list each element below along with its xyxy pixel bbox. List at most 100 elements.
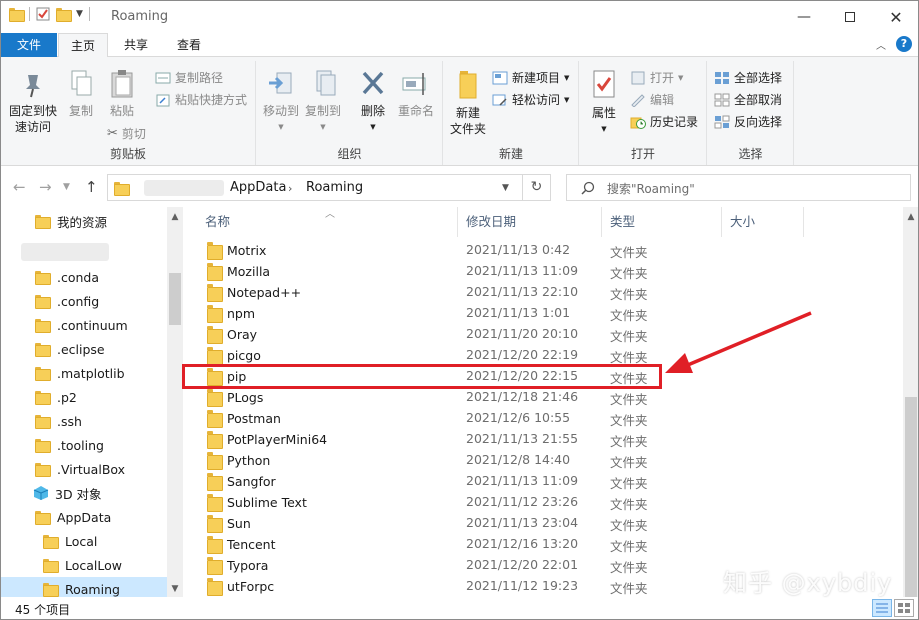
table-row[interactable]: Mozilla 2021/11/13 11:09 文件夹 [189, 260, 903, 281]
pin-quick-access-button[interactable]: 固定到快 速访问 [5, 69, 61, 135]
tab-view[interactable]: 查看 [163, 33, 215, 57]
breadcrumb-roaming[interactable]: Roaming [306, 180, 363, 195]
tab-share[interactable]: 共享 [111, 33, 161, 57]
file-name-cell[interactable]: Notepad++ [207, 284, 301, 302]
file-scrollbar[interactable]: ▲ [903, 207, 918, 597]
select-none-button[interactable]: 全部取消 [714, 91, 782, 108]
nav-item-roaming[interactable]: Roaming [1, 577, 167, 597]
file-name-cell[interactable]: Motrix [207, 242, 266, 260]
delete-button[interactable]: 删除 ▼ [355, 69, 391, 135]
table-row[interactable]: Sun 2021/11/13 23:04 文件夹 [189, 512, 903, 533]
back-arrow-icon[interactable]: ← [13, 178, 26, 196]
scroll-up-icon[interactable]: ▲ [167, 209, 183, 225]
nav-item-3d-objects[interactable]: 3D 对象 [1, 481, 167, 505]
table-row[interactable]: Tencent 2021/12/16 13:20 文件夹 [189, 533, 903, 554]
file-name-cell[interactable]: Sublime Text [207, 494, 307, 512]
nav-item-conda[interactable]: .conda [1, 265, 167, 289]
nav-scroll-thumb[interactable] [169, 273, 181, 325]
select-all-button[interactable]: 全部选择 [714, 69, 782, 86]
file-name-cell[interactable]: Sangfor [207, 473, 276, 491]
nav-item-virtualbox[interactable]: .VirtualBox [1, 457, 167, 481]
properties-button[interactable]: 属性 ▼ [584, 69, 624, 137]
maximize-button[interactable] [827, 1, 873, 33]
open-button[interactable]: 打开 ▼ [630, 69, 683, 86]
file-name-cell[interactable]: picgo [207, 347, 261, 365]
copy-path-button[interactable]: 复制路径 [155, 69, 223, 86]
nav-item-continuum[interactable]: .continuum [1, 313, 167, 337]
nav-item-config[interactable]: .config [1, 289, 167, 313]
properties-check-icon[interactable] [36, 7, 50, 21]
large-icons-view-button[interactable] [894, 599, 914, 617]
collapse-ribbon-icon[interactable]: ︿ [876, 37, 886, 52]
file-name-cell[interactable]: Oray [207, 326, 257, 344]
file-name-cell[interactable]: utForpc [207, 578, 274, 596]
nav-item-ssh[interactable]: .ssh [1, 409, 167, 433]
breadcrumb-separator-icon[interactable]: › [288, 182, 292, 195]
new-item-button[interactable]: 新建项目 ▼ [492, 69, 569, 86]
table-row[interactable]: Postman 2021/12/6 10:55 文件夹 [189, 407, 903, 428]
edit-button[interactable]: 编辑 [630, 91, 674, 108]
nav-scrollbar[interactable]: ▲ ▼ [167, 207, 183, 597]
file-name-cell[interactable]: Python [207, 452, 270, 470]
breadcrumb-appdata[interactable]: AppData [230, 180, 286, 195]
file-date: 2021/11/12 23:26 [466, 494, 579, 509]
move-to-button[interactable]: 移动到 ▼ [261, 69, 301, 135]
new-folder-button[interactable]: 新建 文件夹 [448, 69, 488, 137]
forward-arrow-icon[interactable]: → [39, 178, 52, 196]
column-header-name[interactable]: 名称 [197, 207, 458, 237]
nav-item-eclipse[interactable]: .eclipse [1, 337, 167, 361]
table-row[interactable]: Python 2021/12/8 14:40 文件夹 [189, 449, 903, 470]
paste-shortcut-button[interactable]: 粘贴快捷方式 [155, 91, 247, 108]
table-row[interactable]: Sangfor 2021/11/13 11:09 文件夹 [189, 470, 903, 491]
file-name-cell[interactable]: Sun [207, 515, 251, 533]
copy-to-button[interactable]: 复制到 ▼ [303, 69, 343, 135]
address-dropdown-icon[interactable]: ▼ [502, 183, 509, 193]
recent-dropdown-icon[interactable]: ▼ [63, 182, 70, 192]
file-scroll-thumb[interactable] [905, 397, 917, 597]
file-name-cell[interactable]: Tencent [207, 536, 276, 554]
column-header-type[interactable]: 类型 [602, 207, 722, 237]
cut-button[interactable]: ✂ 剪切 [107, 125, 146, 142]
copy-button[interactable]: 复制 [63, 69, 99, 119]
file-name-cell[interactable]: Postman [207, 410, 281, 428]
help-icon[interactable]: ? [896, 36, 912, 52]
up-arrow-icon[interactable]: ↑ [85, 178, 98, 196]
nav-item-locallow[interactable]: LocalLow [1, 553, 167, 577]
file-name-cell[interactable]: npm [207, 305, 255, 323]
nav-item-matplotlib[interactable]: .matplotlib [1, 361, 167, 385]
nav-item-p2[interactable]: .p2 [1, 385, 167, 409]
invert-selection-button[interactable]: 反向选择 [714, 113, 782, 130]
paste-button[interactable]: 粘贴 [103, 69, 141, 119]
nav-item-appdata[interactable]: AppData [1, 505, 167, 529]
rename-button[interactable]: 重命名 [393, 69, 439, 119]
search-input[interactable]: 搜索"Roaming" [566, 174, 911, 201]
nav-item-tooling[interactable]: .tooling [1, 433, 167, 457]
scroll-up-icon[interactable]: ▲ [903, 209, 918, 225]
tab-file[interactable]: 文件 [1, 33, 57, 57]
minimize-button[interactable]: — [781, 1, 827, 33]
table-row[interactable]: Sublime Text 2021/11/12 23:26 文件夹 [189, 491, 903, 512]
easy-access-button[interactable]: 轻松访问 ▼ [492, 91, 569, 108]
new-folder-icon[interactable] [56, 8, 72, 22]
address-bar[interactable]: AppData › Roaming ▼ [107, 174, 551, 201]
close-button[interactable]: ✕ [873, 1, 918, 33]
file-name-cell[interactable]: Typora [207, 557, 268, 575]
file-name-cell[interactable]: Mozilla [207, 263, 270, 281]
nav-item-local[interactable]: Local [1, 529, 167, 553]
file-type: 文件夹 [610, 308, 648, 323]
table-row[interactable]: Notepad++ 2021/11/13 22:10 文件夹 [189, 281, 903, 302]
column-header-size[interactable]: 大小 [722, 207, 804, 237]
details-view-button[interactable] [872, 599, 892, 617]
table-row[interactable]: Motrix 2021/11/13 0:42 文件夹 [189, 239, 903, 260]
file-name-cell[interactable]: PotPlayerMini64 [207, 431, 327, 449]
nav-item-my-resources[interactable]: 我的资源 [1, 209, 167, 233]
file-name-cell[interactable]: PLogs [207, 389, 263, 407]
scroll-down-icon[interactable]: ▼ [167, 581, 183, 597]
column-header-date[interactable]: 修改日期 [458, 207, 602, 237]
quick-access-dropdown-icon[interactable]: ▼ [76, 9, 83, 19]
refresh-button[interactable]: ↻ [522, 174, 551, 201]
history-button[interactable]: 历史记录 [630, 113, 698, 130]
table-row[interactable]: PotPlayerMini64 2021/11/13 21:55 文件夹 [189, 428, 903, 449]
table-row[interactable]: PLogs 2021/12/18 21:46 文件夹 [189, 386, 903, 407]
tab-home[interactable]: 主页 [58, 33, 108, 58]
